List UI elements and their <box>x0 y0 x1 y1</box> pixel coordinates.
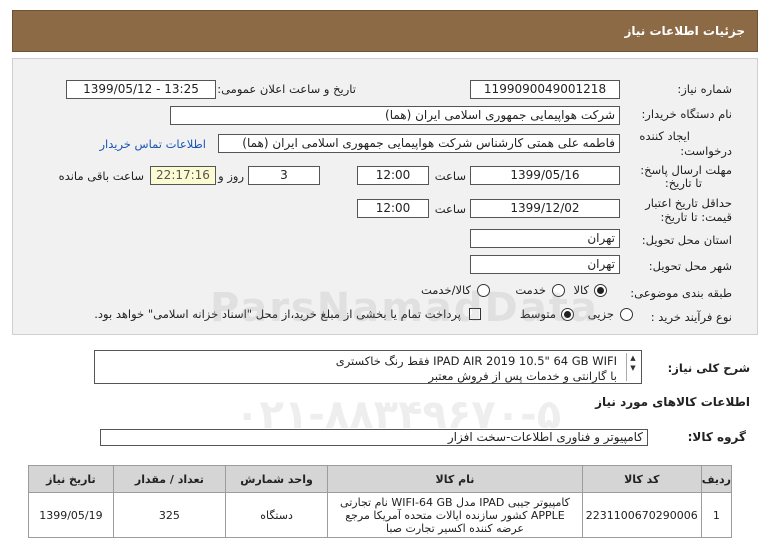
remaining-time-label: ساعت باقی مانده <box>58 169 144 183</box>
cell-quantity: 325 <box>112 492 226 538</box>
col-item-code: کد کالا <box>581 465 702 493</box>
description-line-1: IPAD AIR 2019 10.5" 64 GB WIFI فقط رنگ خ… <box>335 354 617 368</box>
process-label: نوع فرآیند خرید : <box>650 310 732 324</box>
buyer-contact-link[interactable]: اطلاعات تماس خریدار <box>99 137 206 151</box>
category-goods-service-radio[interactable] <box>477 284 490 297</box>
description-box[interactable]: IPAD AIR 2019 10.5" 64 GB WIFI فقط رنگ خ… <box>94 350 642 384</box>
price-validity-label-2: قیمت: تا تاریخ: <box>660 210 732 224</box>
need-number-label: شماره نیاز: <box>677 82 732 96</box>
col-need-date: تاریخ نیاز <box>28 465 114 493</box>
cell-unit: دستگاه <box>224 492 329 538</box>
col-item-name: نام کالا <box>327 465 583 493</box>
province-field: تهران <box>470 229 620 248</box>
process-medium-label: متوسط <box>519 307 556 321</box>
process-medium-radio[interactable] <box>561 308 574 321</box>
announce-date-label: تاریخ و ساعت اعلان عمومی: <box>217 82 356 96</box>
scroll-down-icon[interactable]: ▼ <box>627 363 639 373</box>
city-label: شهر محل تحویل: <box>648 259 732 273</box>
reply-deadline-label-2: تا تاریخ: <box>664 176 702 190</box>
announce-date-field: 1399/05/12 - 13:25 <box>66 80 216 99</box>
reply-time-field: 12:00 <box>357 166 429 185</box>
description-label: شرح کلی نیاز: <box>667 361 750 375</box>
price-validity-time-label: ساعت <box>434 202 466 216</box>
page-header: جزئیات اطلاعات نیاز <box>12 10 758 52</box>
price-validity-label-1: حداقل تاریخ اعتبار <box>645 196 732 210</box>
reply-date-field: 1399/05/16 <box>470 166 620 185</box>
goods-group-field: کامپیوتر و فناوری اطلاعات-سخت افزار <box>100 429 648 446</box>
category-service-radio[interactable] <box>552 284 565 297</box>
remaining-days-field: 3 <box>248 166 320 185</box>
col-quantity: تعداد / مقدار <box>112 465 226 493</box>
remaining-time-field: 22:17:16 <box>150 166 216 185</box>
col-row: ردیف <box>700 465 733 493</box>
table-row: 1399/05/19 325 دستگاه کامپیوتر جیبی IPAD… <box>28 492 733 538</box>
buyer-org-label: نام دستگاه خریدار: <box>641 107 732 121</box>
process-minor-radio[interactable] <box>620 308 633 321</box>
goods-table: تاریخ نیاز تعداد / مقدار واحد شمارش نام … <box>28 465 733 538</box>
table-header-row: تاریخ نیاز تعداد / مقدار واحد شمارش نام … <box>28 465 733 493</box>
cell-item-code: 2231100670290006 <box>581 492 702 538</box>
description-line-2: با گارانتی و خدمات پس از فروش معتبر <box>428 369 617 383</box>
cell-item-name: کامپیوتر جیبی IPAD مدل WIFI-64 GB نام تج… <box>327 492 583 538</box>
category-label: طبقه بندی موضوعی: <box>630 286 732 300</box>
page-title: جزئیات اطلاعات نیاز <box>624 24 745 38</box>
creator-field: فاطمه علی همتی کارشناس شرکت هواپیمایی جم… <box>218 134 620 153</box>
province-label: استان محل تحویل: <box>641 233 732 247</box>
goods-section-title: اطلاعات کالاهای مورد نیاز <box>595 395 750 409</box>
city-field: تهران <box>470 255 620 274</box>
creator-label-2: درخواست: <box>680 144 732 158</box>
category-service-label: خدمت <box>515 283 546 297</box>
price-validity-date-field: 1399/12/02 <box>470 199 620 218</box>
col-unit: واحد شمارش <box>224 465 329 493</box>
cell-row: 1 <box>700 492 733 538</box>
description-scrollbar[interactable]: ▲ ▼ <box>626 353 639 381</box>
category-goods-radio[interactable] <box>594 284 607 297</box>
cell-need-date: 1399/05/19 <box>28 492 114 538</box>
creator-label-1: ایجاد کننده <box>639 129 690 143</box>
reply-time-label: ساعت <box>434 169 466 183</box>
price-validity-time-field: 12:00 <box>357 199 429 218</box>
category-goods-service-label: کالا/خدمت <box>420 283 471 297</box>
days-label: روز و <box>218 169 244 183</box>
process-minor-label: جزیی <box>587 307 614 321</box>
reply-deadline-label-1: مهلت ارسال پاسخ: <box>640 163 732 177</box>
buyer-org-field: شرکت هواپیمایی جمهوری اسلامی ایران (هما) <box>170 106 620 125</box>
goods-group-label: گروه کالا: <box>687 430 746 444</box>
treasury-payment-note: پرداخت تمام یا بخشی از مبلغ خرید،از محل … <box>94 307 461 321</box>
treasury-payment-checkbox[interactable] <box>469 308 481 320</box>
scroll-up-icon[interactable]: ▲ <box>627 353 639 363</box>
need-number-field: 1199090049001218 <box>470 80 620 99</box>
category-goods-label: کالا <box>573 283 589 297</box>
